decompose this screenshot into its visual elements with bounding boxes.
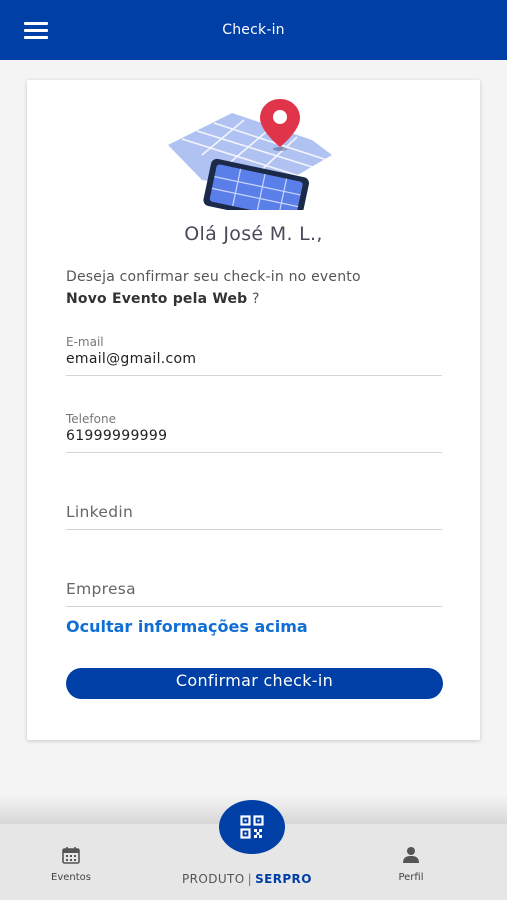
app-header: Check-in [0,0,507,60]
email-value[interactable]: email@gmail.com [66,351,442,367]
email-field[interactable]: E-mail email@gmail.com [66,335,442,376]
question-suffix: ? [247,291,260,307]
phone-field[interactable]: Telefone 61999999999 [66,412,442,453]
confirm-checkin-button[interactable]: Confirmar check-in [66,668,443,699]
brand-produto: PRODUTO [182,872,245,886]
company-placeholder: Empresa [66,580,136,598]
linkedin-field[interactable]: Linkedin [66,503,442,530]
calendar-icon [62,847,80,864]
brand-serpro: SERPRO [255,872,312,886]
nav-eventos[interactable]: Eventos [31,846,111,883]
nav-perfil-label: Perfil [398,872,424,883]
page-title: Check-in [222,22,285,38]
phone-value[interactable]: 61999999999 [66,428,442,444]
question-prefix: Deseja confirmar seu check-in no evento [66,269,361,285]
phone-label: Telefone [66,412,116,426]
email-label: E-mail [66,335,104,349]
qr-scan-button[interactable] [219,800,285,854]
greeting-text: Olá José M. L., [184,223,323,245]
qr-code-icon [240,815,264,839]
nav-perfil[interactable]: Perfil [371,846,451,883]
brand-separator: | [247,872,253,886]
event-name: Novo Evento pela Web [66,291,248,307]
company-field[interactable]: Empresa [66,580,442,607]
confirmation-question: Deseja confirmar seu check-in no evento … [66,266,361,310]
nav-eventos-label: Eventos [51,872,91,883]
checkin-card: Olá José M. L., Deseja confirmar seu che… [27,80,480,740]
hide-info-link[interactable]: Ocultar informações acima [66,617,308,636]
brand-footer: PRODUTO | SERPRO [182,872,312,886]
linkedin-placeholder: Linkedin [66,503,134,521]
person-icon [403,847,419,863]
map-location-pin-icon [168,99,332,210]
